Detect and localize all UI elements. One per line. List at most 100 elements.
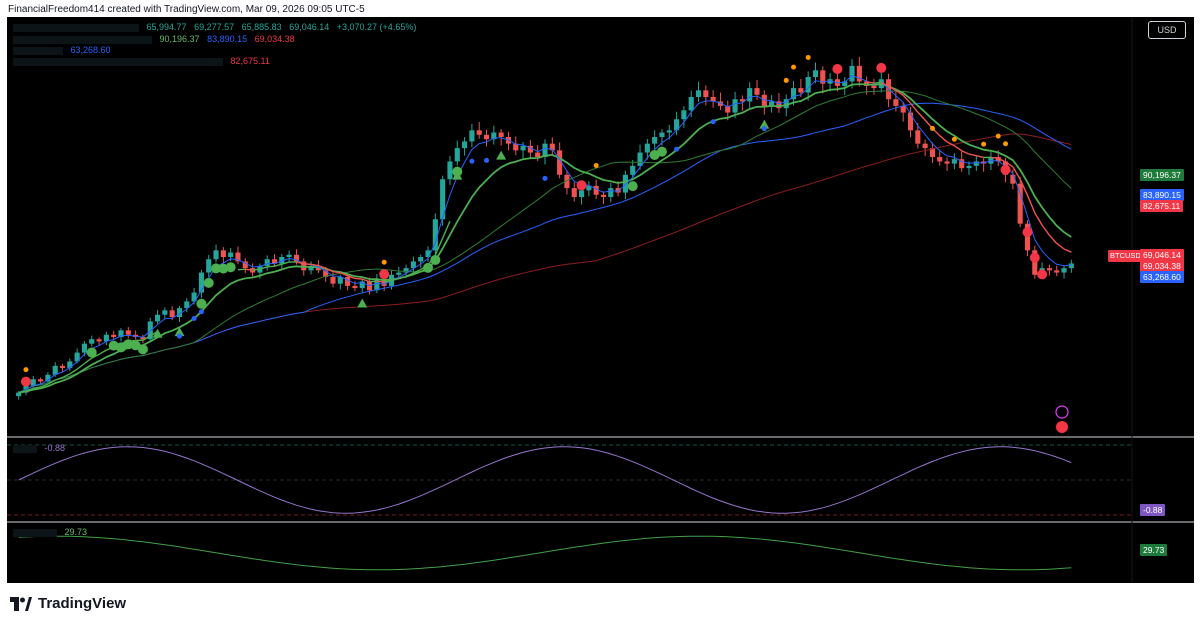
sell-signal-dot (1000, 164, 1011, 175)
legend-ma-v2: 83,890.15 (207, 34, 248, 44)
warning-dot (783, 77, 789, 83)
trend-segment (1026, 194, 1036, 214)
tradingview-logo-icon (10, 596, 32, 611)
candle-body (937, 157, 943, 162)
candle-body (483, 134, 490, 140)
candle-body (337, 277, 343, 284)
chart-canvas[interactable] (7, 17, 1194, 583)
legend-ma-v3: 69,034.38 (254, 34, 295, 44)
chart-area[interactable]: 65,994.77 69,277.57 65,885.83 69,046.14 … (7, 17, 1194, 583)
candle-body (38, 379, 44, 382)
candle-body (915, 130, 921, 144)
ma-200-line (18, 133, 1072, 394)
ema-short-line (18, 75, 1072, 394)
trend-segment (369, 280, 377, 283)
trend-segment (69, 368, 78, 375)
candle-body (695, 90, 702, 97)
candle-body (944, 161, 950, 164)
legend-line4-row: 82,675.11 (13, 56, 275, 66)
candle-body (476, 130, 482, 135)
ema-fast-line (18, 83, 1072, 394)
candle-body (666, 130, 672, 133)
buy-signal-dot (430, 254, 441, 265)
candle-body (630, 165, 636, 175)
tradingview-logo[interactable]: TradingView (10, 595, 126, 612)
warning-dot (805, 54, 811, 60)
rsi-scale-tag: 29.73 (1140, 544, 1168, 556)
trend-segment (245, 268, 253, 271)
candle-body (1046, 268, 1052, 271)
trend-segment (274, 263, 283, 267)
candle-body (286, 254, 292, 257)
trend-segment (1041, 224, 1050, 236)
candle-body (805, 77, 811, 93)
rsi-line (18, 535, 1072, 571)
support-dot (191, 315, 197, 321)
candle-body (922, 143, 928, 149)
candle-body (81, 343, 88, 353)
support-dot (484, 157, 490, 163)
buy-signal-dot (656, 146, 667, 157)
candle-body (754, 88, 760, 95)
candle-body (1068, 263, 1074, 269)
buy-signal-dot (196, 298, 207, 309)
trend-segment (1048, 234, 1058, 244)
candle-body (798, 88, 804, 93)
candle-body (352, 285, 358, 289)
candle-body (871, 85, 877, 89)
candle-body (162, 310, 168, 315)
price-tag-ma5: 63,268.60 (1140, 271, 1184, 283)
legend-low: 65,885.83 (241, 22, 282, 32)
trend-segment (917, 111, 926, 121)
trend-segment (961, 150, 970, 155)
candle-body (812, 70, 819, 77)
candle-body (264, 259, 270, 266)
currency-button[interactable]: USD (1148, 21, 1186, 39)
candle-body (154, 314, 161, 322)
candle-body (469, 130, 475, 142)
us-flag-icon (1056, 421, 1068, 433)
candle-body (681, 110, 687, 120)
candle-body (608, 188, 614, 197)
candle-body (418, 257, 424, 262)
candle-body (96, 339, 102, 342)
support-dot (542, 175, 548, 181)
buy-signal-dot (627, 181, 638, 192)
candle-body (330, 277, 336, 284)
candle-body (644, 143, 650, 153)
oscillator-scale-tag: -0.88 (1140, 504, 1166, 516)
legend-ma-long-row: 63,268.60 (13, 45, 116, 55)
trend-segment (968, 153, 977, 157)
trend-segment (990, 156, 999, 159)
candle-body (652, 137, 658, 144)
buy-signal-dot (225, 262, 236, 273)
candle-body (213, 250, 219, 260)
trend-segment (252, 268, 260, 271)
buy-signal-dot (203, 277, 214, 288)
candle-body (688, 97, 694, 111)
candle-body (893, 99, 899, 106)
legend-ma-row: 90,196.37 83,890.15 69,034.38 (13, 34, 300, 44)
sell-signal-dot (1022, 227, 1033, 238)
legend-ma-long: 63,268.60 (70, 45, 111, 55)
trend-segment (976, 155, 984, 159)
candle-body (67, 361, 73, 369)
trend-segment (939, 135, 948, 143)
sell-signal-dot (832, 64, 843, 75)
support-dot (176, 333, 182, 339)
trend-segment (267, 265, 275, 268)
sell-signal-dot (1037, 269, 1048, 280)
candle-body (966, 165, 972, 169)
warning-dot (995, 133, 1001, 139)
rsi-legend-desc (13, 528, 57, 537)
candle-body (571, 188, 577, 197)
candle-body (111, 334, 117, 337)
candle-body (907, 112, 914, 131)
candle-body (900, 105, 906, 113)
candle-body (703, 90, 709, 97)
candle-body (535, 152, 541, 157)
buy-signal-triangle (357, 298, 368, 308)
warning-dot (929, 125, 935, 131)
warning-dot (981, 141, 987, 147)
support-dot (674, 146, 680, 152)
